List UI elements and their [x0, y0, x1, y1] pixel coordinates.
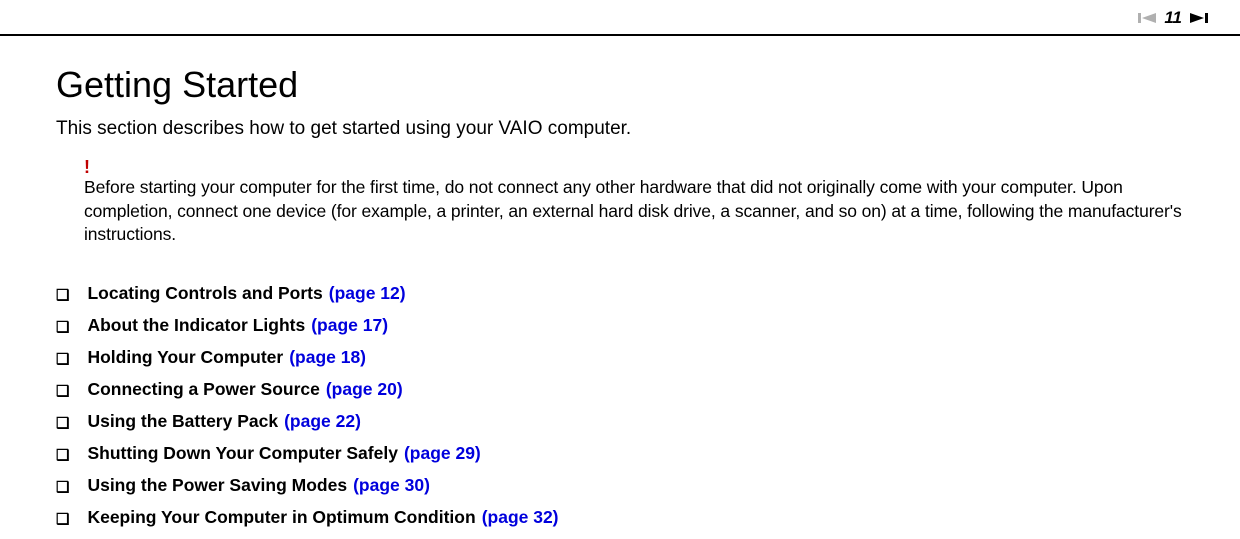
- bullet-icon: ❑: [56, 480, 69, 495]
- toc-label: Keeping Your Computer in Optimum Conditi…: [87, 507, 475, 527]
- toc-label: Holding Your Computer: [87, 347, 283, 367]
- bullet-icon: ❑: [56, 320, 69, 335]
- toc-page-link[interactable]: (page 18): [289, 347, 366, 367]
- bullet-icon: ❑: [56, 448, 69, 463]
- toc-page-link[interactable]: (page 17): [311, 315, 388, 335]
- nav-forward-icon[interactable]: [1190, 11, 1208, 25]
- toc-label: Locating Controls and Ports: [87, 283, 322, 303]
- page-content: Getting Started This section describes h…: [0, 36, 1240, 528]
- warning-text: Before starting your computer for the fi…: [84, 176, 1184, 247]
- toc-page-link[interactable]: (page 20): [326, 379, 403, 399]
- bullet-icon: ❑: [56, 352, 69, 367]
- toc-page-link[interactable]: (page 32): [482, 507, 559, 527]
- warning-icon: !: [84, 158, 1184, 176]
- toc-page-link[interactable]: (page 30): [353, 475, 430, 495]
- bullet-icon: ❑: [56, 416, 69, 431]
- toc-label: Connecting a Power Source: [87, 379, 319, 399]
- toc-item: ❑ Using the Battery Pack (page 22): [56, 411, 1184, 432]
- toc-item: ❑ Shutting Down Your Computer Safely (pag…: [56, 443, 1184, 464]
- bullet-icon: ❑: [56, 288, 69, 303]
- toc-label: About the Indicator Lights: [87, 315, 305, 335]
- warning-block: ! Before starting your computer for the …: [84, 158, 1184, 247]
- toc-list: ❑ Locating Controls and Ports (page 12) ❑…: [56, 283, 1184, 528]
- toc-label: Using the Power Saving Modes: [87, 475, 347, 495]
- bullet-icon: ❑: [56, 384, 69, 399]
- intro-text: This section describes how to get starte…: [56, 118, 1184, 140]
- toc-item: ❑ Holding Your Computer (page 18): [56, 347, 1184, 368]
- page-title: Getting Started: [56, 64, 1184, 106]
- toc-item: ❑ Connecting a Power Source (page 20): [56, 379, 1184, 400]
- toc-page-link[interactable]: (page 22): [284, 411, 361, 431]
- page-header: 11: [0, 0, 1240, 36]
- toc-page-link[interactable]: (page 29): [404, 443, 481, 463]
- toc-label: Using the Battery Pack: [87, 411, 278, 431]
- toc-item: ❑ Keeping Your Computer in Optimum Condi…: [56, 507, 1184, 528]
- page-number: 11: [1164, 8, 1182, 28]
- toc-item: ❑ About the Indicator Lights (page 17): [56, 315, 1184, 336]
- nav-back-icon[interactable]: [1138, 11, 1156, 25]
- toc-label: Shutting Down Your Computer Safely: [87, 443, 397, 463]
- toc-item: ❑ Using the Power Saving Modes (page 30): [56, 475, 1184, 496]
- toc-item: ❑ Locating Controls and Ports (page 12): [56, 283, 1184, 304]
- toc-page-link[interactable]: (page 12): [329, 283, 406, 303]
- bullet-icon: ❑: [56, 512, 69, 527]
